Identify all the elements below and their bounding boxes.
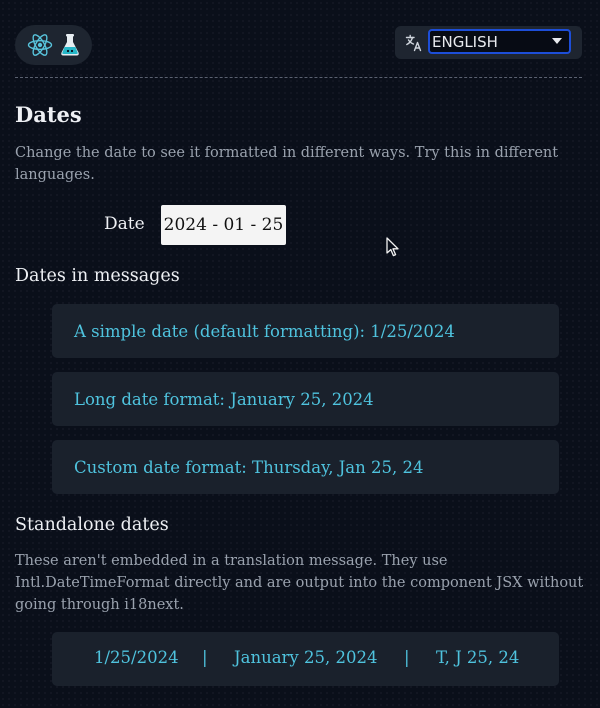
date-input-value: 2024 - 01 - 25 (163, 215, 284, 235)
logo-group (15, 25, 92, 65)
message-card: A simple date (default formatting): 1/25… (52, 304, 559, 358)
chevron-down-icon (552, 38, 562, 44)
separator: | (404, 648, 410, 667)
date-input[interactable]: 2024 - 01 - 25 (161, 205, 286, 245)
language-switcher: ENGLISH (395, 26, 582, 59)
message-text: Long date format: January 25, 2024 (74, 389, 374, 409)
intro-text: Change the date to see it formatted in d… (15, 145, 559, 183)
standalone-dates-card: 1/25/2024 | January 25, 2024 | T, J 25, … (52, 632, 559, 686)
flask-icon (59, 33, 81, 57)
date-label: Date (104, 214, 145, 234)
standalone-description: These aren't embedded in a translation m… (15, 553, 584, 613)
standalone-date-short: 1/25/2024 (94, 648, 179, 667)
message-card: Custom date format: Thursday, Jan 25, 24 (52, 440, 559, 494)
page-title: Dates (15, 102, 82, 127)
standalone-date-long: January 25, 2024 (234, 648, 378, 667)
message-card: Long date format: January 25, 2024 (52, 372, 559, 426)
separator: | (202, 648, 208, 667)
standalone-heading: Standalone dates (15, 515, 169, 535)
message-text: A simple date (default formatting): 1/25… (74, 321, 455, 341)
messages-heading: Dates in messages (15, 266, 180, 286)
translate-icon (405, 34, 423, 52)
language-select[interactable]: ENGLISH (428, 29, 571, 54)
app-header: ENGLISH (0, 0, 600, 80)
header-divider (15, 77, 582, 78)
standalone-date-custom: T, J 25, 24 (436, 648, 520, 667)
language-select-value: ENGLISH (432, 32, 498, 51)
react-icon (27, 33, 53, 57)
message-text: Custom date format: Thursday, Jan 25, 24 (74, 457, 424, 477)
mouse-cursor-icon (386, 237, 400, 261)
